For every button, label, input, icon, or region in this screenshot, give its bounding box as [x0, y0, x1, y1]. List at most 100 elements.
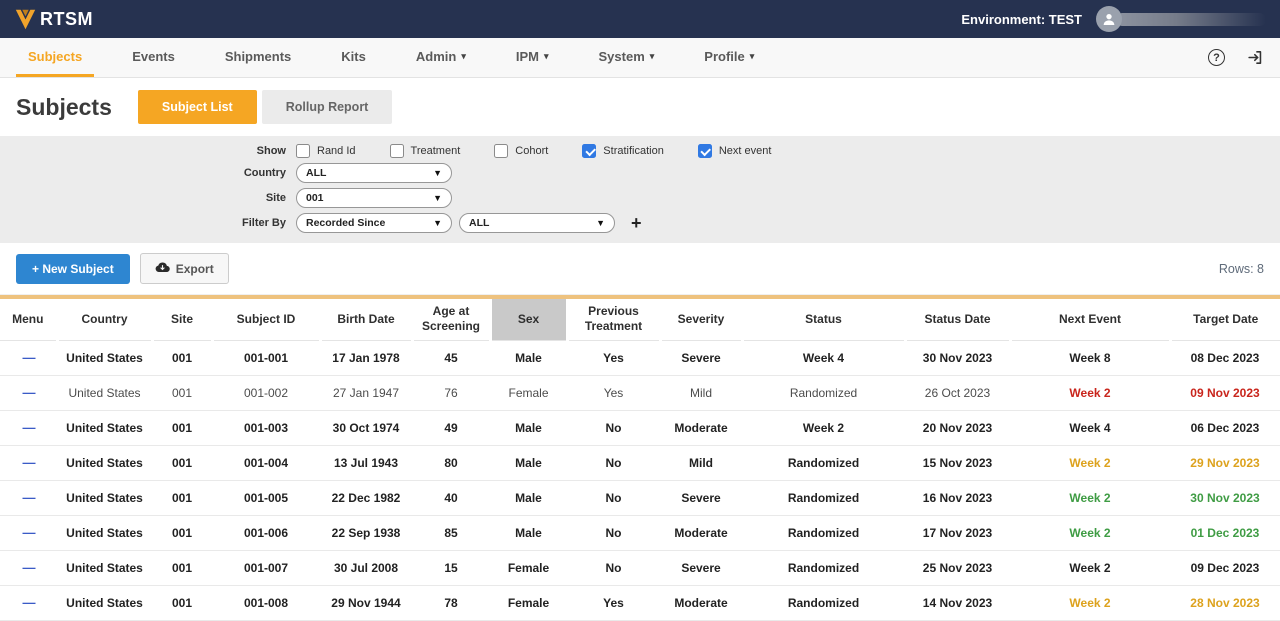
- tab-subject-list[interactable]: Subject List: [138, 90, 257, 124]
- nav-item-kits[interactable]: Kits: [329, 38, 378, 77]
- cell-next-event: Week 8: [1010, 340, 1170, 375]
- brand-logo[interactable]: RTSM: [14, 9, 93, 30]
- row-menu-icon[interactable]: —: [23, 385, 35, 400]
- cell-target-date: 29 Nov 2023: [1170, 445, 1280, 480]
- rows-count: Rows: 8: [1219, 262, 1264, 276]
- logout-icon[interactable]: [1247, 49, 1264, 66]
- show-option-treatment[interactable]: Treatment: [390, 144, 461, 158]
- row-menu-cell: —: [0, 340, 57, 375]
- cell-next-event: Week 2: [1010, 550, 1170, 585]
- help-icon[interactable]: ?: [1208, 49, 1225, 66]
- checkbox-unchecked-icon[interactable]: [494, 144, 508, 158]
- tab-rollup-report[interactable]: Rollup Report: [262, 90, 393, 124]
- cell-status-date: 20 Nov 2023: [905, 410, 1010, 445]
- page-header: Subjects Subject ListRollup Report: [0, 78, 1280, 136]
- table-row: —United States001001-00622 Sep 193885Mal…: [0, 515, 1280, 550]
- filter-by-value-select[interactable]: ALL ▼: [459, 213, 615, 233]
- export-label: Export: [176, 262, 214, 276]
- column-header-next-event[interactable]: Next Event: [1010, 297, 1170, 340]
- row-menu-icon[interactable]: —: [23, 420, 35, 435]
- nav-item-admin[interactable]: Admin▾: [404, 38, 478, 77]
- cell-site: 001: [152, 515, 212, 550]
- cell-subject-id: 001-007: [212, 550, 320, 585]
- filter-by-row: Filter By Recorded Since ▼ ALL ▼ +: [0, 213, 1280, 233]
- country-select[interactable]: ALL ▼: [296, 163, 452, 183]
- cell-prev-treatment: Yes: [567, 340, 660, 375]
- row-menu-icon[interactable]: —: [23, 490, 35, 505]
- cell-site: 001: [152, 340, 212, 375]
- column-header-age-at-screening[interactable]: Age at Screening: [412, 297, 490, 340]
- row-menu-icon[interactable]: —: [23, 455, 35, 470]
- filter-by-type-select[interactable]: Recorded Since ▼: [296, 213, 452, 233]
- row-menu-icon[interactable]: —: [23, 595, 35, 610]
- cell-sex: Male: [490, 480, 567, 515]
- nav-item-label: Shipments: [225, 49, 291, 64]
- show-option-next-event[interactable]: Next event: [698, 144, 772, 158]
- show-option-rand-id[interactable]: Rand Id: [296, 144, 356, 158]
- row-menu-cell: —: [0, 480, 57, 515]
- row-menu-icon[interactable]: —: [23, 560, 35, 575]
- checkbox-unchecked-icon[interactable]: [296, 144, 310, 158]
- nav-item-subjects[interactable]: Subjects: [16, 38, 94, 77]
- chevron-down-icon: ▼: [596, 218, 605, 228]
- cell-country: United States: [57, 340, 152, 375]
- column-header-country[interactable]: Country: [57, 297, 152, 340]
- column-header-birth-date[interactable]: Birth Date: [320, 297, 412, 340]
- nav-item-ipm[interactable]: IPM▾: [504, 38, 561, 77]
- cell-severity: Severe: [660, 480, 742, 515]
- cell-age: 40: [412, 480, 490, 515]
- column-header-target-date[interactable]: Target Date: [1170, 297, 1280, 340]
- cell-subject-id: 001-005: [212, 480, 320, 515]
- column-header-menu[interactable]: Menu: [0, 297, 57, 340]
- column-header-previous-treatment[interactable]: Previous Treatment: [567, 297, 660, 340]
- show-option-cohort[interactable]: Cohort: [494, 144, 548, 158]
- export-button[interactable]: Export: [140, 253, 229, 284]
- country-label: Country: [0, 167, 296, 179]
- cell-next-event: Week 2: [1010, 445, 1170, 480]
- checkbox-checked-icon[interactable]: [698, 144, 712, 158]
- checkbox-unchecked-icon[interactable]: [390, 144, 404, 158]
- cell-age: 15: [412, 550, 490, 585]
- username-redacted: [1116, 13, 1266, 26]
- new-subject-button[interactable]: + New Subject: [16, 254, 130, 284]
- add-filter-button[interactable]: +: [627, 214, 646, 232]
- nav-item-profile[interactable]: Profile▾: [692, 38, 766, 77]
- cell-next-event: Week 2: [1010, 375, 1170, 410]
- show-option-stratification[interactable]: Stratification: [582, 144, 664, 158]
- table-header-row: MenuCountrySiteSubject IDBirth DateAge a…: [0, 297, 1280, 340]
- column-header-status-date[interactable]: Status Date: [905, 297, 1010, 340]
- nav-item-shipments[interactable]: Shipments: [213, 38, 303, 77]
- table-row: —United States001001-00227 Jan 194776Fem…: [0, 375, 1280, 410]
- cell-prev-treatment: No: [567, 410, 660, 445]
- row-menu-cell: —: [0, 515, 57, 550]
- chevron-down-icon: ▼: [433, 218, 442, 228]
- filter-panel: Show Rand Id Treatment Cohort Stratificatio…: [0, 136, 1280, 243]
- column-header-site[interactable]: Site: [152, 297, 212, 340]
- nav-item-system[interactable]: System▾: [587, 38, 667, 77]
- column-header-subject-id[interactable]: Subject ID: [212, 297, 320, 340]
- column-header-severity[interactable]: Severity: [660, 297, 742, 340]
- site-select[interactable]: 001 ▼: [296, 188, 452, 208]
- cell-site: 001: [152, 480, 212, 515]
- cell-country: United States: [57, 550, 152, 585]
- table-row: —United States001001-00413 Jul 194380Mal…: [0, 445, 1280, 480]
- show-label: Show: [0, 145, 296, 157]
- cell-site: 001: [152, 410, 212, 445]
- column-header-sex[interactable]: Sex: [490, 297, 567, 340]
- cell-prev-treatment: No: [567, 445, 660, 480]
- table-row: —United States001001-00330 Oct 197449Mal…: [0, 410, 1280, 445]
- cell-birth-date: 27 Jan 1947: [320, 375, 412, 410]
- column-header-status[interactable]: Status: [742, 297, 905, 340]
- cell-age: 45: [412, 340, 490, 375]
- cell-severity: Mild: [660, 375, 742, 410]
- nav-item-events[interactable]: Events: [120, 38, 187, 77]
- user-menu[interactable]: [1096, 6, 1266, 32]
- cell-sex: Female: [490, 375, 567, 410]
- cell-sex: Female: [490, 550, 567, 585]
- cell-status: Randomized: [742, 550, 905, 585]
- chevron-down-icon: ▼: [433, 193, 442, 203]
- row-menu-icon[interactable]: —: [23, 350, 35, 365]
- row-menu-icon[interactable]: —: [23, 525, 35, 540]
- cell-subject-id: 001-004: [212, 445, 320, 480]
- checkbox-checked-icon[interactable]: [582, 144, 596, 158]
